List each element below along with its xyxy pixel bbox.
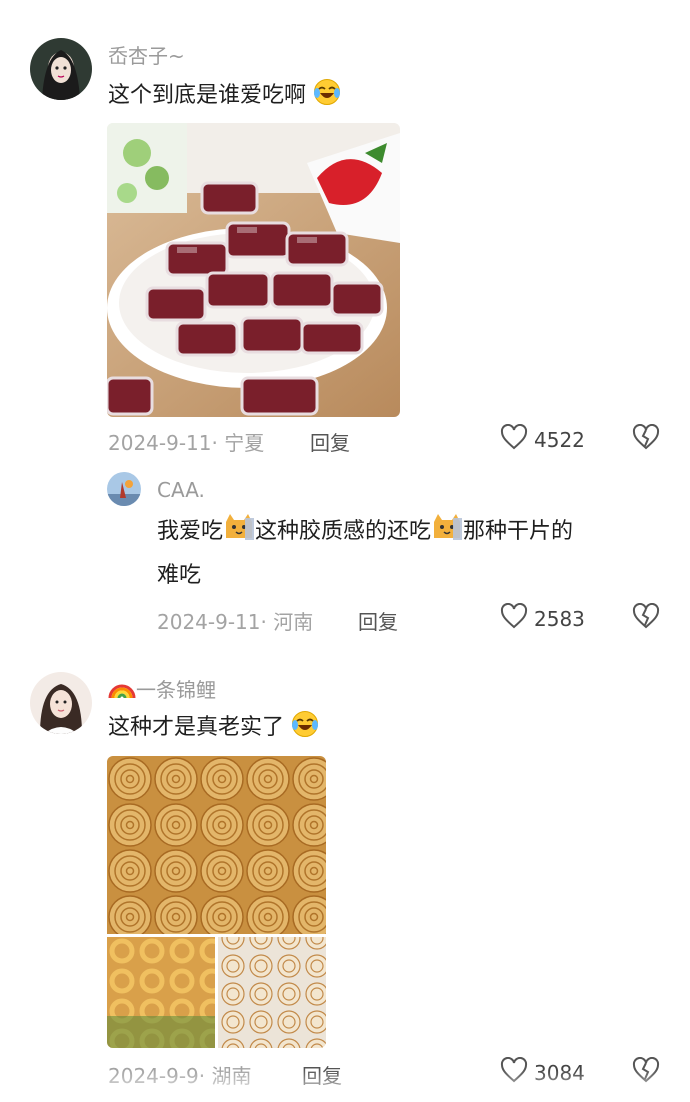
reply-button[interactable]: 回复 xyxy=(310,427,350,456)
reply-text-part2: 这种胶质感的还吃 xyxy=(255,519,432,544)
comment-text: 这种才是真老实了 xyxy=(108,708,319,752)
meta-separator: · xyxy=(211,431,225,455)
comment-date: 2024-9-11 xyxy=(108,431,212,455)
like-button[interactable]: 4522 xyxy=(500,423,585,455)
cat-face-icon xyxy=(223,512,255,556)
reply-avatar[interactable] xyxy=(107,472,141,506)
reply-text-part1: 我爱吃 xyxy=(157,519,224,544)
heart-icon xyxy=(500,602,528,634)
comment-location: 宁夏 xyxy=(224,431,265,455)
avatar[interactable] xyxy=(30,38,92,100)
username[interactable]: 岙杏子~ xyxy=(108,40,185,69)
comment-image[interactable] xyxy=(107,756,326,1048)
like-button[interactable]: 2583 xyxy=(500,602,585,634)
reply-location: 河南 xyxy=(273,610,314,634)
comment-text: 这个到底是谁爱吃啊 xyxy=(108,76,341,120)
broken-heart-icon xyxy=(632,423,660,454)
bottom-fade-overlay xyxy=(0,1070,690,1102)
reply-meta: 2024-9-11· 河南 xyxy=(157,606,313,635)
like-count: 4522 xyxy=(534,427,585,452)
reply-button[interactable]: 回复 xyxy=(358,606,398,635)
comment-meta: 2024-9-11· 宁夏 xyxy=(108,427,264,456)
rainbow-icon xyxy=(108,678,136,705)
meta-separator: · xyxy=(260,610,274,634)
username-text: 一条锦鲤 xyxy=(136,678,216,702)
reply-text: 我爱吃 这种胶质感的还吃 那种干片的难吃 xyxy=(157,512,667,596)
reply-username[interactable]: CAA. xyxy=(157,478,205,502)
laughing-tears-icon xyxy=(291,710,319,752)
like-count: 2583 xyxy=(534,606,585,631)
comment-text-content: 这种才是真老实了 xyxy=(108,715,285,740)
reply-text-line2: 难吃 xyxy=(157,563,202,588)
comment-image[interactable] xyxy=(107,123,400,417)
username[interactable]: 一条锦鲤 xyxy=(108,674,216,705)
comment-text-content: 这个到底是谁爱吃啊 xyxy=(108,83,307,108)
laughing-tears-icon xyxy=(313,78,341,120)
broken-heart-icon xyxy=(632,602,660,633)
cat-face-icon xyxy=(431,512,463,556)
reply-text-part3: 那种干片的 xyxy=(463,519,574,544)
dislike-button[interactable] xyxy=(632,602,660,633)
reply-date: 2024-9-11 xyxy=(157,610,261,634)
avatar[interactable] xyxy=(30,672,92,734)
dislike-button[interactable] xyxy=(632,423,660,454)
heart-icon xyxy=(500,423,528,455)
